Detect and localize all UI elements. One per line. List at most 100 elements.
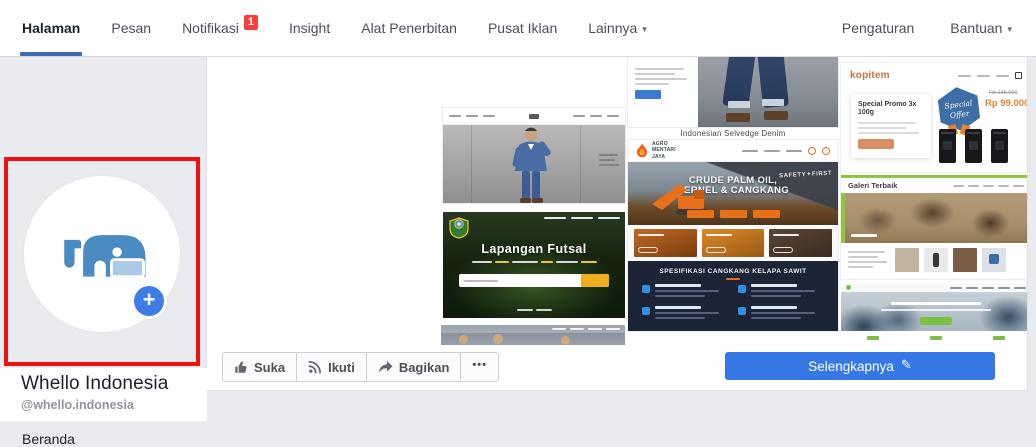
fashion-site-hero bbox=[443, 125, 625, 203]
follow-button[interactable]: Ikuti bbox=[296, 353, 366, 381]
like-button[interactable]: Suka bbox=[223, 353, 296, 381]
text-line bbox=[464, 280, 498, 282]
tab-lainnya[interactable]: Lainnya ▾ bbox=[588, 0, 647, 56]
text-line bbox=[751, 306, 797, 309]
denim-photo bbox=[698, 57, 838, 127]
text-line bbox=[581, 261, 597, 263]
futsal-search-button bbox=[581, 274, 609, 287]
card-title-placeholder bbox=[706, 234, 732, 236]
more-actions-button[interactable]: ••• bbox=[460, 353, 498, 381]
jobs-nav-placeholder bbox=[950, 287, 1026, 289]
tab-insight[interactable]: Insight bbox=[289, 0, 330, 56]
card-title-placeholder bbox=[638, 234, 664, 236]
text-line bbox=[655, 284, 701, 287]
text-line bbox=[751, 295, 801, 297]
notification-count-badge: 1 bbox=[244, 15, 258, 30]
text-line bbox=[858, 122, 916, 124]
tab-label: Halaman bbox=[22, 20, 80, 36]
facebook-page-admin: { "nav": { "items": [ {"label": "Halaman… bbox=[0, 0, 1036, 402]
nav-pengaturan[interactable]: Pengaturan bbox=[842, 0, 914, 56]
tab-label: Lainnya bbox=[588, 20, 637, 36]
coffee-pouches bbox=[939, 129, 1008, 163]
coffee-logo: kopitem bbox=[850, 70, 890, 81]
gallery-hero bbox=[841, 193, 1027, 243]
see-more-button[interactable]: Selengkapnya ✎ bbox=[725, 352, 995, 380]
gallery-nav-placeholder bbox=[953, 185, 1024, 187]
cover-site-denim bbox=[628, 57, 838, 127]
futsal-search-bar bbox=[459, 274, 609, 287]
text-line bbox=[635, 83, 669, 85]
cover-photo[interactable]: Lapangan Futsal bbox=[207, 57, 1027, 345]
price-new: Rp 99.000 bbox=[985, 98, 1027, 109]
tab-pesan[interactable]: Pesan bbox=[111, 0, 151, 56]
text-line bbox=[483, 115, 495, 117]
agro-spec-section: SPESIFIKASI CANGKANG KELAPA SAWIT bbox=[628, 261, 838, 331]
nav-placeholder bbox=[573, 115, 619, 117]
text-line bbox=[655, 312, 719, 314]
text-line bbox=[655, 295, 705, 297]
coffee-header: kopitem bbox=[841, 63, 1027, 81]
text-line bbox=[977, 75, 990, 77]
promo-button bbox=[858, 139, 894, 149]
caret-down-icon: ▾ bbox=[1007, 24, 1012, 35]
gallery-text-placeholder bbox=[848, 248, 890, 272]
hero-side-text-placeholder bbox=[599, 151, 621, 169]
page-header-card: Lapangan Futsal bbox=[207, 57, 1027, 390]
shoe bbox=[764, 111, 788, 120]
text-line bbox=[512, 261, 538, 263]
shoe bbox=[726, 113, 750, 122]
tab-halaman[interactable]: Halaman bbox=[22, 0, 80, 56]
nav-label: Pengaturan bbox=[842, 20, 914, 36]
add-profile-photo-button[interactable]: + bbox=[131, 283, 167, 319]
molecule-icon bbox=[642, 285, 650, 293]
ellipsis-icon: ••• bbox=[472, 359, 487, 371]
text-line bbox=[449, 115, 461, 117]
share-label: Bagikan bbox=[399, 360, 450, 375]
page-title[interactable]: Whello Indonesia bbox=[21, 373, 197, 395]
agro-nav-placeholder bbox=[742, 147, 830, 155]
text-line bbox=[590, 115, 602, 117]
futsal-footnote-placeholder bbox=[443, 309, 625, 311]
fashion-site-header bbox=[443, 108, 625, 125]
gallery-caption-placeholder bbox=[851, 234, 877, 237]
person-face bbox=[561, 336, 570, 345]
text-line bbox=[573, 115, 585, 117]
text-line bbox=[848, 266, 873, 268]
text-line bbox=[786, 150, 802, 152]
plus-icon: + bbox=[143, 287, 156, 312]
futsal-hero-title: Lapangan Futsal bbox=[443, 242, 625, 256]
page-action-bar: Suka Ikuti Bagikan ••• Selengkapnya bbox=[207, 345, 1027, 390]
card-title-placeholder bbox=[773, 234, 799, 236]
gallery-logo: Galeri Terbaik bbox=[848, 181, 897, 190]
profile-picture[interactable]: + bbox=[23, 175, 181, 333]
agro-card bbox=[634, 229, 697, 257]
text-line bbox=[466, 115, 478, 117]
flame-icon bbox=[636, 143, 648, 158]
spec-underline bbox=[726, 278, 740, 280]
text-line bbox=[751, 290, 815, 292]
tab-alat-penerbitan[interactable]: Alat Penerbitan bbox=[361, 0, 457, 56]
text-line bbox=[588, 328, 602, 330]
spec-item bbox=[738, 284, 824, 300]
tab-pusat-iklan[interactable]: Pusat Iklan bbox=[488, 0, 557, 56]
text-line bbox=[848, 251, 885, 253]
tab-label: Insight bbox=[289, 20, 330, 36]
text-line bbox=[571, 217, 593, 219]
jobs-logo bbox=[846, 285, 851, 290]
share-button[interactable]: Bagikan bbox=[366, 353, 461, 381]
text-line bbox=[495, 261, 509, 263]
agro-logo: AGRO MENTARI JAYA bbox=[652, 141, 676, 160]
fashion-site-logo bbox=[529, 114, 539, 119]
text-line bbox=[552, 328, 566, 330]
jobs-cta-button bbox=[920, 317, 952, 325]
text-line bbox=[958, 75, 971, 77]
tab-notifikasi[interactable]: Notifikasi 1 bbox=[182, 0, 258, 56]
nav-bantuan[interactable]: Bantuan ▾ bbox=[950, 0, 1012, 56]
card-button-placeholder bbox=[706, 247, 726, 253]
person-face bbox=[459, 335, 468, 344]
coffee-nav-placeholder bbox=[958, 72, 1022, 79]
text-line bbox=[635, 68, 684, 70]
sidebar-item-beranda[interactable]: Beranda bbox=[22, 431, 75, 447]
agro-card bbox=[702, 229, 765, 257]
cover-site-coffee: kopitem Special Promo 3x 100g Special Of… bbox=[841, 63, 1027, 172]
